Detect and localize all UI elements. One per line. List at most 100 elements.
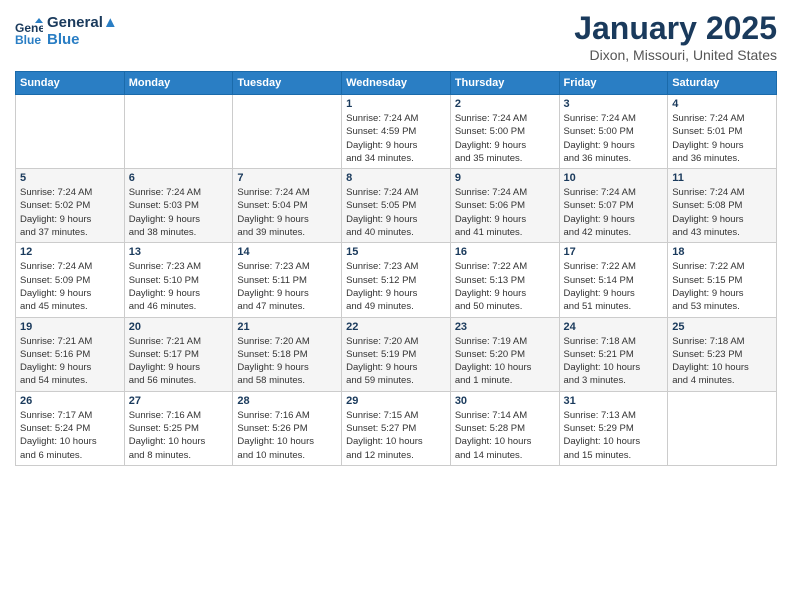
day-cell: 18 Sunrise: 7:22 AM Sunset: 5:15 PM Dayli… xyxy=(668,243,777,317)
day-number: 17 xyxy=(564,246,664,258)
day-info: Sunrise: 7:24 AM Sunset: 5:05 PM Dayligh… xyxy=(346,186,446,239)
day-cell: 15 Sunrise: 7:23 AM Sunset: 5:12 PM Dayli… xyxy=(342,243,451,317)
day-cell: 20 Sunrise: 7:21 AM Sunset: 5:17 PM Dayli… xyxy=(124,317,233,391)
day-number: 9 xyxy=(455,172,555,184)
day-cell: 9 Sunrise: 7:24 AM Sunset: 5:06 PM Daylig… xyxy=(450,169,559,243)
week-row-2: 5Sunrise: 7:24 AM Sunset: 5:02 PM Daylig… xyxy=(16,169,777,243)
day-info: Sunrise: 7:15 AM Sunset: 5:27 PM Dayligh… xyxy=(346,409,446,462)
day-info: Sunrise: 7:22 AM Sunset: 5:14 PM Dayligh… xyxy=(564,260,664,313)
day-cell: 23 Sunrise: 7:19 AM Sunset: 5:20 PM Dayli… xyxy=(450,317,559,391)
day-number: 5 xyxy=(20,172,120,184)
day-number: 2 xyxy=(455,98,555,110)
day-cell: 7Sunrise: 7:24 AM Sunset: 5:04 PM Daylig… xyxy=(233,169,342,243)
day-info: Sunrise: 7:18 AM Sunset: 5:23 PM Dayligh… xyxy=(672,335,772,388)
day-info: Sunrise: 7:13 AM Sunset: 5:29 PM Dayligh… xyxy=(564,409,664,462)
day-number: 3 xyxy=(564,98,664,110)
day-cell: 2 Sunrise: 7:24 AM Sunset: 5:00 PM Daylig… xyxy=(450,95,559,169)
day-info: Sunrise: 7:24 AM Sunset: 5:00 PM Dayligh… xyxy=(455,112,555,165)
day-info: Sunrise: 7:20 AM Sunset: 5:19 PM Dayligh… xyxy=(346,335,446,388)
day-number: 26 xyxy=(20,395,120,407)
week-row-4: 19 Sunrise: 7:21 AM Sunset: 5:16 PM Dayli… xyxy=(16,317,777,391)
day-info: Sunrise: 7:14 AM Sunset: 5:28 PM Dayligh… xyxy=(455,409,555,462)
day-info: Sunrise: 7:23 AM Sunset: 5:12 PM Dayligh… xyxy=(346,260,446,313)
day-number: 13 xyxy=(129,246,229,258)
svg-text:Blue: Blue xyxy=(15,33,41,46)
week-row-1: 1Sunrise: 7:24 AM Sunset: 4:59 PM Daylig… xyxy=(16,95,777,169)
day-cell: 19 Sunrise: 7:21 AM Sunset: 5:16 PM Dayli… xyxy=(16,317,125,391)
day-cell: 24 Sunrise: 7:18 AM Sunset: 5:21 PM Dayli… xyxy=(559,317,668,391)
week-row-3: 12 Sunrise: 7:24 AM Sunset: 5:09 PM Dayli… xyxy=(16,243,777,317)
day-header-sunday: Sunday xyxy=(16,72,125,95)
day-headers-row: SundayMondayTuesdayWednesdayThursdayFrid… xyxy=(16,72,777,95)
day-info: Sunrise: 7:23 AM Sunset: 5:10 PM Dayligh… xyxy=(129,260,229,313)
day-header-saturday: Saturday xyxy=(668,72,777,95)
day-cell: 3 Sunrise: 7:24 AM Sunset: 5:00 PM Daylig… xyxy=(559,95,668,169)
day-info: Sunrise: 7:16 AM Sunset: 5:26 PM Dayligh… xyxy=(237,409,337,462)
day-cell xyxy=(233,95,342,169)
day-cell: 22 Sunrise: 7:20 AM Sunset: 5:19 PM Dayli… xyxy=(342,317,451,391)
day-cell xyxy=(124,95,233,169)
title-area: January 2025 Dixon, Missouri, United Sta… xyxy=(574,10,777,63)
location: Dixon, Missouri, United States xyxy=(574,47,777,63)
day-info: Sunrise: 7:24 AM Sunset: 5:06 PM Dayligh… xyxy=(455,186,555,239)
day-number: 31 xyxy=(564,395,664,407)
day-cell: 29 Sunrise: 7:15 AM Sunset: 5:27 PM Dayli… xyxy=(342,391,451,465)
day-cell: 16 Sunrise: 7:22 AM Sunset: 5:13 PM Dayli… xyxy=(450,243,559,317)
day-number: 18 xyxy=(672,246,772,258)
day-cell: 1Sunrise: 7:24 AM Sunset: 4:59 PM Daylig… xyxy=(342,95,451,169)
day-number: 21 xyxy=(237,321,337,333)
day-cell: 8 Sunrise: 7:24 AM Sunset: 5:05 PM Daylig… xyxy=(342,169,451,243)
day-info: Sunrise: 7:22 AM Sunset: 5:15 PM Dayligh… xyxy=(672,260,772,313)
day-info: Sunrise: 7:24 AM Sunset: 5:08 PM Dayligh… xyxy=(672,186,772,239)
calendar-table: SundayMondayTuesdayWednesdayThursdayFrid… xyxy=(15,71,777,466)
day-number: 24 xyxy=(564,321,664,333)
day-number: 16 xyxy=(455,246,555,258)
day-info: Sunrise: 7:18 AM Sunset: 5:21 PM Dayligh… xyxy=(564,335,664,388)
day-number: 8 xyxy=(346,172,446,184)
day-number: 12 xyxy=(20,246,120,258)
day-number: 14 xyxy=(237,246,337,258)
logo-icon: General Blue xyxy=(15,18,43,46)
day-cell: 21 Sunrise: 7:20 AM Sunset: 5:18 PM Dayli… xyxy=(233,317,342,391)
day-number: 20 xyxy=(129,321,229,333)
day-number: 30 xyxy=(455,395,555,407)
day-info: Sunrise: 7:20 AM Sunset: 5:18 PM Dayligh… xyxy=(237,335,337,388)
day-info: Sunrise: 7:24 AM Sunset: 5:01 PM Dayligh… xyxy=(672,112,772,165)
day-info: Sunrise: 7:16 AM Sunset: 5:25 PM Dayligh… xyxy=(129,409,229,462)
day-cell: 26Sunrise: 7:17 AM Sunset: 5:24 PM Dayli… xyxy=(16,391,125,465)
day-header-friday: Friday xyxy=(559,72,668,95)
day-info: Sunrise: 7:24 AM Sunset: 5:00 PM Dayligh… xyxy=(564,112,664,165)
day-number: 25 xyxy=(672,321,772,333)
day-info: Sunrise: 7:24 AM Sunset: 5:09 PM Dayligh… xyxy=(20,260,120,313)
day-info: Sunrise: 7:22 AM Sunset: 5:13 PM Dayligh… xyxy=(455,260,555,313)
day-number: 22 xyxy=(346,321,446,333)
day-number: 23 xyxy=(455,321,555,333)
day-info: Sunrise: 7:21 AM Sunset: 5:17 PM Dayligh… xyxy=(129,335,229,388)
week-row-5: 26Sunrise: 7:17 AM Sunset: 5:24 PM Dayli… xyxy=(16,391,777,465)
day-info: Sunrise: 7:19 AM Sunset: 5:20 PM Dayligh… xyxy=(455,335,555,388)
logo-text-general: General▲ xyxy=(47,15,118,32)
day-number: 29 xyxy=(346,395,446,407)
day-number: 11 xyxy=(672,172,772,184)
day-number: 28 xyxy=(237,395,337,407)
day-info: Sunrise: 7:23 AM Sunset: 5:11 PM Dayligh… xyxy=(237,260,337,313)
logo-text-blue: Blue xyxy=(47,32,118,49)
day-cell: 25 Sunrise: 7:18 AM Sunset: 5:23 PM Dayli… xyxy=(668,317,777,391)
day-cell: 12 Sunrise: 7:24 AM Sunset: 5:09 PM Dayli… xyxy=(16,243,125,317)
day-info: Sunrise: 7:24 AM Sunset: 5:03 PM Dayligh… xyxy=(129,186,229,239)
day-cell xyxy=(16,95,125,169)
logo: General Blue General▲ Blue xyxy=(15,15,118,48)
page-container: General Blue General▲ Blue January 2025 … xyxy=(0,0,792,612)
day-number: 4 xyxy=(672,98,772,110)
day-cell: 17 Sunrise: 7:22 AM Sunset: 5:14 PM Dayli… xyxy=(559,243,668,317)
day-number: 19 xyxy=(20,321,120,333)
day-number: 10 xyxy=(564,172,664,184)
day-cell: 11 Sunrise: 7:24 AM Sunset: 5:08 PM Dayli… xyxy=(668,169,777,243)
day-cell: 28 Sunrise: 7:16 AM Sunset: 5:26 PM Dayli… xyxy=(233,391,342,465)
day-number: 15 xyxy=(346,246,446,258)
calendar-header: SundayMondayTuesdayWednesdayThursdayFrid… xyxy=(16,72,777,95)
day-header-thursday: Thursday xyxy=(450,72,559,95)
day-cell: 30 Sunrise: 7:14 AM Sunset: 5:28 PM Dayli… xyxy=(450,391,559,465)
day-info: Sunrise: 7:21 AM Sunset: 5:16 PM Dayligh… xyxy=(20,335,120,388)
day-header-wednesday: Wednesday xyxy=(342,72,451,95)
